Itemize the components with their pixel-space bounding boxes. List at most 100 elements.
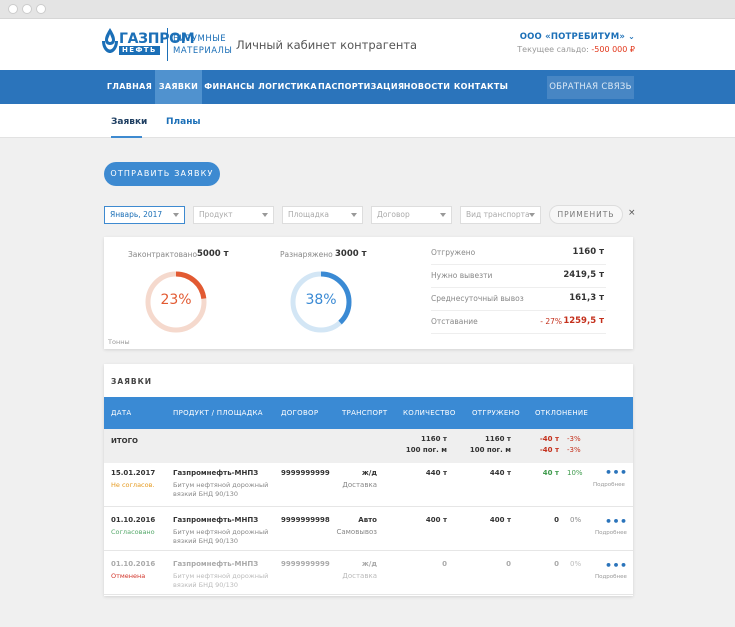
balance: Текущее сальдо: -500 000 ₽ [517, 45, 635, 54]
feedback-button[interactable]: ОБРАТНАЯ СВЯЗЬ [547, 76, 634, 99]
total-deviation-1: -40 т [539, 435, 559, 443]
daily-label: Среднесуточный вывоз [431, 294, 524, 303]
row-product: Битум нефтяной дорожный [173, 528, 269, 536]
apply-filters-button[interactable]: ПРИМЕНИТЬ [549, 205, 623, 224]
period-select[interactable]: Январь, 2017 [104, 206, 185, 224]
row-deviation-percent: 0% [570, 516, 582, 524]
total-qty-t: 1160 т [421, 435, 447, 443]
row-status: Согласовано [111, 528, 155, 536]
row-quantity: 400 т [425, 516, 447, 524]
row-details-link[interactable]: Подробнее [593, 482, 625, 488]
total-shipped-m: 100 пог. м [469, 446, 511, 454]
caret-down-icon [262, 213, 268, 217]
units-label: Тонны [108, 338, 130, 346]
row-product-line2: вязкий БНД 90/130 [173, 490, 238, 498]
to-ship-value: 2419,5 т [563, 270, 604, 280]
row-shipped: 400 т [489, 516, 511, 524]
row-site: Газпромнефть-МНПЗ [173, 469, 259, 477]
site-select-placeholder: Площадка [288, 210, 329, 219]
total-deviation-1-percent: -3% [567, 435, 581, 443]
column-header-contract[interactable]: ДОГОВОР [281, 409, 318, 417]
row-delivery: Самовывоз [336, 528, 377, 536]
table-row[interactable]: 15.01.2017 Не согласов. Газпромнефть-МНП… [104, 463, 633, 507]
tab-plans[interactable]: Планы [166, 117, 201, 127]
column-header-transport[interactable]: ТРАНСПОРТ [342, 409, 387, 417]
contracted-label: Законтрактовано [128, 250, 198, 259]
total-row: ИТОГО 1160 т 100 пог. м 1160 т 100 пог. … [104, 429, 633, 463]
row-shipped: 0 [506, 560, 511, 568]
site-select[interactable]: Площадка [282, 206, 363, 224]
site-header: ГАЗПРОМ НЕФТЬ БИТУМНЫЕ МАТЕРИАЛЫ Личный … [0, 19, 735, 70]
row-date: 01.10.2016 [111, 560, 156, 568]
table-row[interactable]: 01.10.2016 Отменена Газпромнефть-МНПЗ Би… [104, 551, 633, 595]
more-dots-icon[interactable]: ••• [605, 466, 628, 479]
contract-select-placeholder: Договор [377, 210, 410, 219]
send-order-button[interactable]: ОТПРАВИТЬ ЗАЯВКУ [104, 162, 220, 186]
row-status: Отменена [111, 572, 146, 580]
page-title: Личный кабинет контрагента [236, 38, 418, 52]
shipped-row: Отгружено 1160 т [431, 242, 606, 265]
daily-value: 161,3 т [569, 293, 604, 303]
nav-item-home[interactable]: ГЛАВНАЯ [104, 70, 155, 104]
column-header-product[interactable]: ПРОДУКТ / ПЛОЩАДКА [173, 409, 263, 417]
more-dots-icon[interactable]: ••• [605, 515, 628, 528]
row-deviation: 0 [554, 560, 559, 568]
lag-value: 1259,5 т [563, 316, 604, 326]
caret-down-icon [173, 213, 179, 217]
table-row[interactable]: 01.10.2016 Согласовано Газпромнефть-МНПЗ… [104, 507, 633, 551]
logo-division-line1: БИТУМНЫЕ [173, 34, 227, 44]
row-details-link[interactable]: Подробнее [595, 530, 627, 536]
column-header-shipped[interactable]: ОТГРУЖЕНО [472, 409, 520, 417]
row-deviation-percent: 0% [570, 560, 582, 568]
company-selector[interactable]: ООО «ПОТРЕБИТУМ» ⌄ [520, 32, 635, 42]
logo-division: БИТУМНЫЕ МАТЕРИАЛЫ [173, 33, 243, 57]
total-shipped-t: 1160 т [485, 435, 511, 443]
product-select[interactable]: Продукт [193, 206, 274, 224]
window-maximize-dot[interactable] [36, 4, 46, 14]
nav-item-orders[interactable]: ЗАЯВКИ [155, 70, 202, 104]
row-date: 15.01.2017 [111, 469, 156, 477]
shipped-value: 1160 т [572, 247, 604, 257]
tab-orders[interactable]: Заявки [111, 117, 147, 127]
column-header-deviation[interactable]: ОТКЛОНЕНИЕ [535, 409, 588, 417]
row-product-line2: вязкий БНД 90/130 [173, 537, 238, 545]
row-deviation: 0 [554, 516, 559, 524]
nav-item-contacts[interactable]: КОНТАКТЫ [452, 70, 510, 104]
main-nav: ГЛАВНАЯ ЗАЯВКИ ФИНАНСЫ ЛОГИСТИКА ПАСПОРТ… [0, 70, 735, 104]
contracted-value: 5000 т [197, 249, 229, 259]
more-dots-icon[interactable]: ••• [605, 559, 628, 572]
window-minimize-dot[interactable] [22, 4, 32, 14]
allocated-value: 3000 т [335, 249, 367, 259]
sub-tabs: Заявки Планы [0, 104, 735, 138]
column-header-quantity[interactable]: КОЛИЧЕСТВО [403, 409, 456, 417]
to-ship-row: Нужно вывезти 2419,5 т [431, 265, 606, 288]
row-delivery: Доставка [342, 572, 377, 580]
transport-select[interactable]: Вид транспорта [460, 206, 541, 224]
column-header-date[interactable]: ДАТА [111, 409, 132, 417]
orders-title: ЗАЯВКИ [111, 377, 153, 386]
total-deviation-2: -40 т [539, 446, 559, 454]
stats-card: Законтрактовано 5000 т 23% Разнаряжено 3… [104, 237, 633, 349]
window-chrome [0, 0, 735, 19]
nav-item-certification[interactable]: ПАСПОРТИЗАЦИЯ [318, 70, 404, 104]
contract-select[interactable]: Договор [371, 206, 452, 224]
row-quantity: 0 [442, 560, 447, 568]
table-header: ДАТА ПРОДУКТ / ПЛОЩАДКА ДОГОВОР ТРАНСПОР… [104, 397, 633, 429]
row-contract: 9999999999 [281, 560, 330, 568]
row-contract: 9999999998 [281, 516, 330, 524]
window-close-dot[interactable] [8, 4, 18, 14]
row-deviation-percent: 10% [567, 469, 583, 477]
row-date: 01.10.2016 [111, 516, 156, 524]
row-transport: Авто [358, 516, 377, 524]
to-ship-label: Нужно вывезти [431, 271, 493, 280]
allocated-percent: 38% [305, 292, 337, 308]
transport-select-placeholder: Вид транспорта [466, 210, 530, 219]
nav-item-news[interactable]: НОВОСТИ [402, 70, 452, 104]
nav-item-finance[interactable]: ФИНАНСЫ [202, 70, 257, 104]
clear-filters-icon[interactable]: × [628, 208, 636, 218]
nav-item-logistics[interactable]: ЛОГИСТИКА [257, 70, 318, 104]
caret-down-icon [440, 213, 446, 217]
row-product: Битум нефтяной дорожный [173, 481, 269, 489]
row-product-line2: вязкий БНД 90/130 [173, 581, 238, 589]
row-details-link[interactable]: Подробнее [595, 574, 627, 580]
